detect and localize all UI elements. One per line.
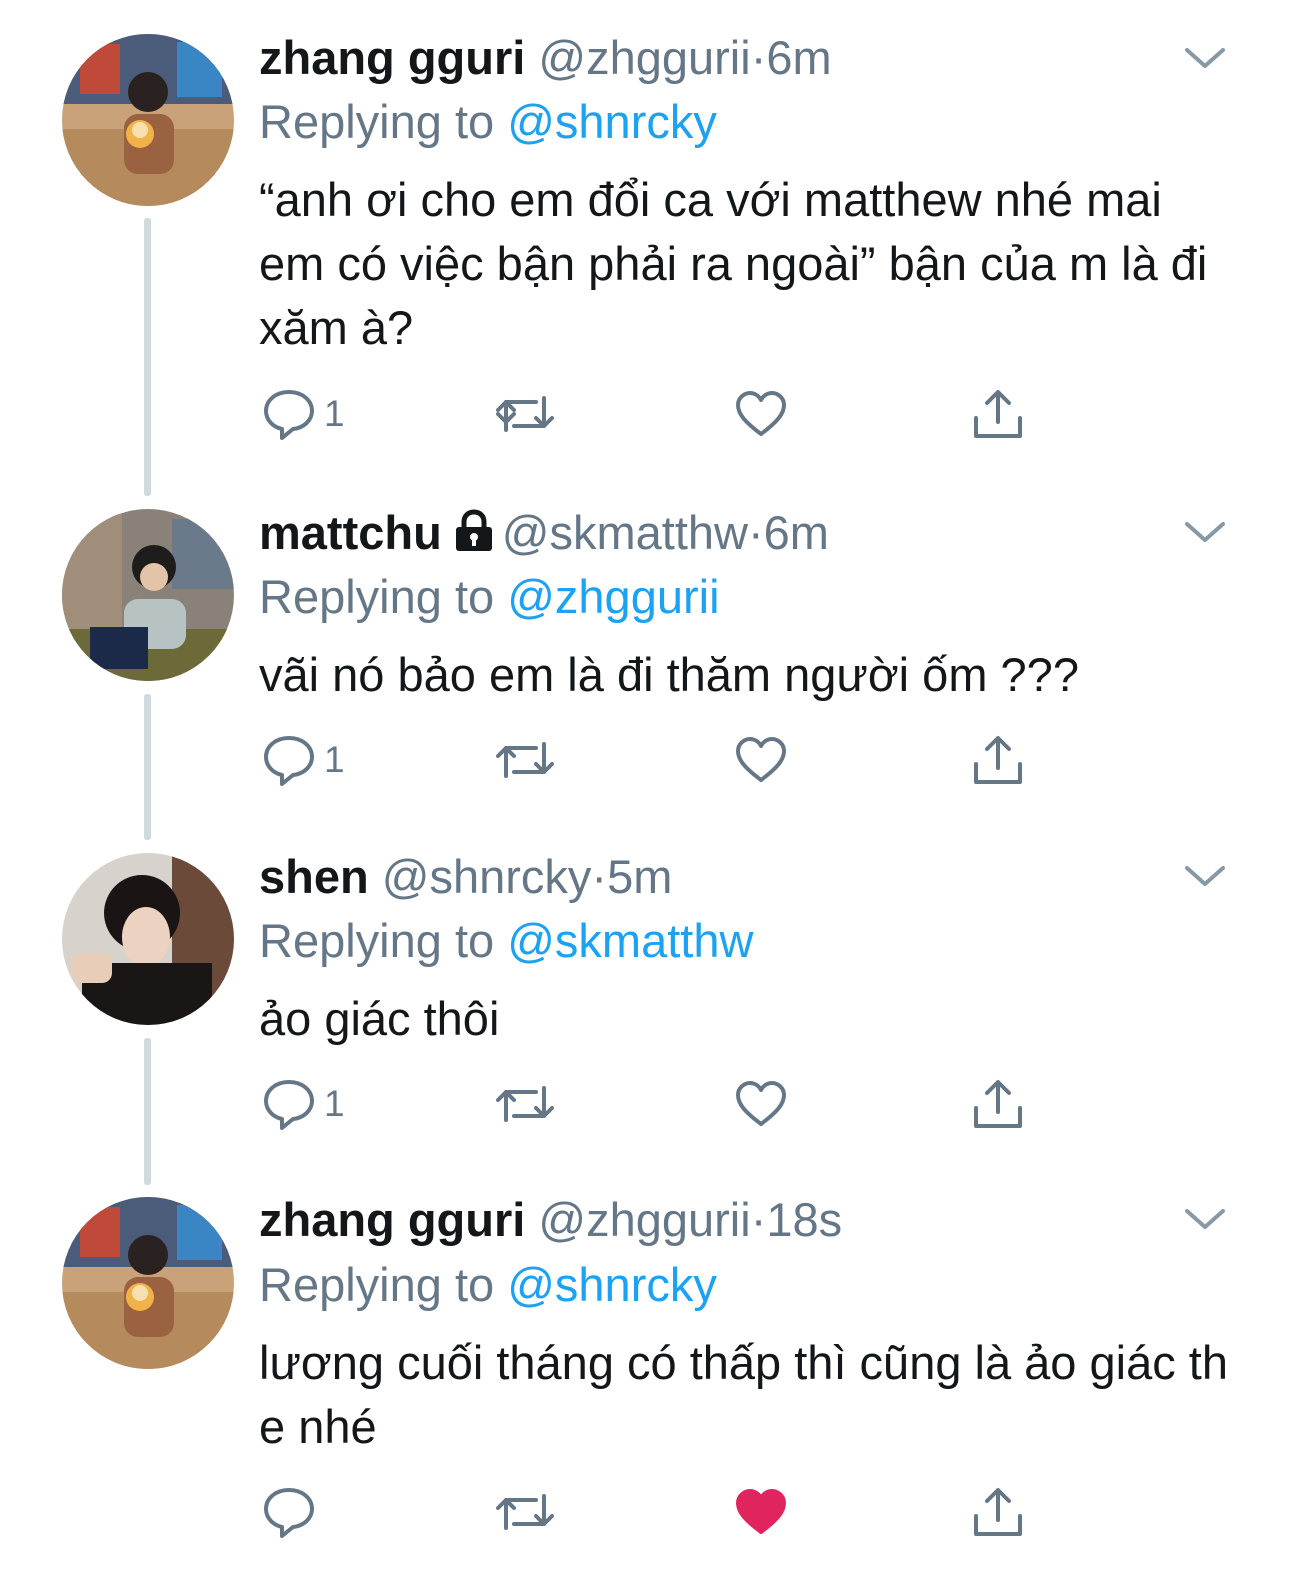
like-button[interactable]: [735, 386, 787, 442]
share-button[interactable]: [972, 386, 1024, 442]
replying-to: Replying to @skmatthw: [259, 913, 753, 969]
heart-icon: [735, 1488, 787, 1536]
heart-icon: [735, 1080, 787, 1128]
reply-bubble-icon: [262, 1077, 316, 1131]
tweet[interactable]: zhang gguri @zhggurii·6m Replying to @sh…: [0, 0, 1290, 496]
tweet-header: shen @shnrcky·5m: [259, 849, 672, 905]
tweet-header: zhang gguri @zhggurii·6m: [259, 30, 832, 86]
chevron-down-icon[interactable]: [1183, 518, 1227, 546]
tweet-header: zhang gguri @zhggurii·18s: [259, 1192, 842, 1248]
reply-button[interactable]: [262, 1484, 324, 1540]
timestamp[interactable]: 5m: [607, 850, 672, 903]
tweet[interactable]: zhang gguri @zhggurii·18s Replying to @s…: [0, 1185, 1290, 1573]
replying-to: Replying to @shnrcky: [259, 1257, 717, 1313]
reply-count: 1: [324, 739, 345, 780]
replying-to-label: Replying to: [259, 1258, 495, 1311]
retweet-icon: [496, 736, 554, 784]
avatar[interactable]: [62, 853, 234, 1025]
replying-to-mention[interactable]: @shnrcky: [507, 95, 717, 148]
reply-bubble-icon: [262, 733, 316, 787]
tweet-text: ảo giác thôi: [259, 992, 500, 1045]
share-button[interactable]: [972, 732, 1024, 788]
replying-to: Replying to @zhggurii: [259, 569, 720, 625]
thread-line: [144, 218, 151, 496]
tweet[interactable]: shen @shnrcky·5m Replying to @skmatthw ả…: [0, 840, 1290, 1185]
separator-dot: ·: [750, 31, 767, 84]
replying-to-label: Replying to: [259, 95, 495, 148]
lock-icon: [452, 509, 496, 565]
share-icon: [972, 734, 1024, 786]
tweet-text: “anh ơi cho em đổi ca với matthew nhé ma…: [259, 173, 1208, 354]
reply-bubble-icon: [262, 387, 316, 441]
display-name[interactable]: zhang gguri: [259, 31, 525, 84]
replying-to-mention[interactable]: @skmatthw: [507, 914, 753, 967]
tweet[interactable]: mattchu @skmatthw·6m Replying to @zhgguri…: [0, 480, 1290, 840]
timestamp[interactable]: 6m: [766, 31, 831, 84]
reply-button[interactable]: 1: [262, 386, 345, 442]
share-button[interactable]: [972, 1076, 1024, 1132]
share-icon: [972, 388, 1024, 440]
reply-count: 1: [324, 393, 345, 434]
reply-button[interactable]: 1: [262, 1076, 345, 1132]
retweet-button[interactable]: [496, 1076, 554, 1132]
retweet-button[interactable]: [496, 1484, 554, 1540]
tweet-text: vãi nó bảo em là đi thăm người ốm ???: [259, 648, 1079, 701]
like-button[interactable]: [735, 1076, 787, 1132]
heart-icon: [735, 390, 787, 438]
thread-line: [144, 1038, 151, 1185]
share-icon: [972, 1078, 1024, 1130]
separator-dot: ·: [748, 506, 764, 559]
replying-to-mention[interactable]: @shnrcky: [507, 1258, 717, 1311]
display-name[interactable]: shen: [259, 850, 369, 903]
share-button[interactable]: [972, 1484, 1024, 1540]
avatar[interactable]: [62, 1197, 234, 1369]
replying-to-label: Replying to: [259, 914, 495, 967]
user-handle[interactable]: @shnrcky: [382, 850, 592, 903]
replying-to-label: Replying to: [259, 570, 495, 623]
user-handle[interactable]: @skmatthw: [502, 506, 748, 559]
reply-button[interactable]: 1: [262, 732, 345, 788]
display-name[interactable]: mattchu: [259, 506, 442, 559]
like-button[interactable]: [735, 1484, 787, 1540]
retweet-icon: [496, 1080, 554, 1128]
like-button[interactable]: [735, 732, 787, 788]
thread-line: [144, 694, 151, 840]
chevron-down-icon[interactable]: [1183, 862, 1227, 890]
separator-dot: ·: [750, 1193, 767, 1246]
retweet-button[interactable]: [496, 732, 554, 788]
user-handle[interactable]: @zhggurii: [538, 31, 750, 84]
tweet-text: lương cuối tháng có thấp thì cũng là ảo …: [259, 1336, 1228, 1453]
replying-to: Replying to @shnrcky: [259, 94, 717, 150]
reply-bubble-icon: [262, 1485, 316, 1539]
timestamp[interactable]: 6m: [764, 506, 829, 559]
retweet-icon: [496, 1488, 554, 1536]
reply-count: 1: [324, 1083, 345, 1124]
timestamp[interactable]: 18s: [766, 1193, 842, 1246]
avatar[interactable]: [62, 509, 234, 681]
retweet-button[interactable]: [496, 386, 554, 442]
display-name[interactable]: zhang gguri: [259, 1193, 525, 1246]
avatar[interactable]: [62, 34, 234, 206]
user-handle[interactable]: @zhggurii: [538, 1193, 750, 1246]
chevron-down-icon[interactable]: [1183, 44, 1227, 72]
retweet-icon: [496, 390, 554, 438]
heart-icon: [735, 736, 787, 784]
chevron-down-icon[interactable]: [1183, 1205, 1227, 1233]
replying-to-mention[interactable]: @zhggurii: [507, 570, 719, 623]
tweet-header: mattchu @skmatthw·6m: [259, 505, 829, 565]
share-icon: [972, 1486, 1024, 1538]
separator-dot: ·: [591, 850, 608, 903]
